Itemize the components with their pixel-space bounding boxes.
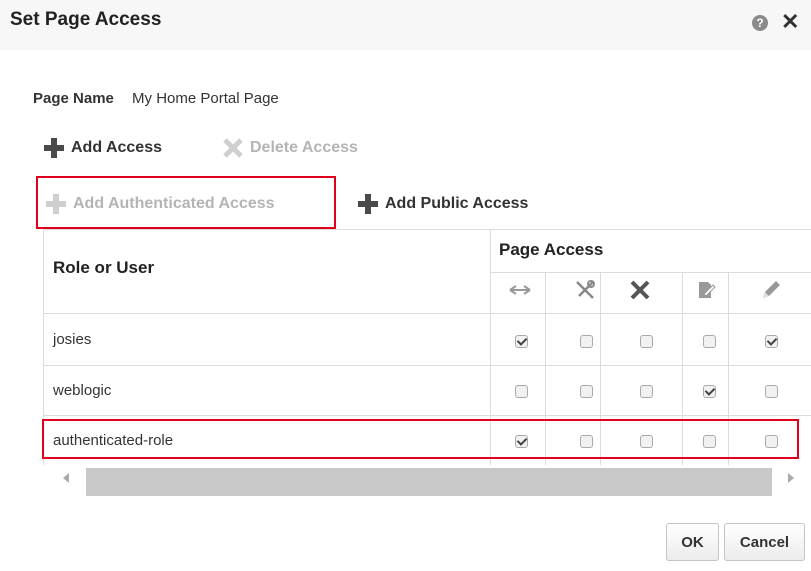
table-top-border (43, 229, 811, 230)
permission-checkbox[interactable] (640, 335, 653, 348)
row-divider (43, 365, 811, 366)
add-authenticated-access-label: Add Authenticated Access (73, 195, 275, 212)
permission-checkbox[interactable] (580, 385, 593, 398)
permission-checkbox[interactable] (765, 335, 778, 348)
table-row-label[interactable]: josies (53, 331, 91, 348)
plus-icon (358, 194, 378, 214)
add-public-access-button[interactable]: Add Public Access (357, 190, 528, 218)
permission-checkbox[interactable] (640, 385, 653, 398)
page-name-row: Page Name My Home Portal Page (33, 90, 279, 107)
page-name-label: Page Name (33, 90, 114, 107)
add-access-button[interactable]: Add Access (43, 134, 162, 162)
scroll-right-arrow[interactable] (788, 473, 794, 483)
help-icon[interactable]: ? (752, 15, 768, 31)
row-divider (43, 415, 811, 416)
role-or-user-header[interactable]: Role or User (53, 258, 154, 278)
page-access-header: Page Access (499, 240, 604, 259)
close-icon[interactable]: ✕ (781, 9, 799, 35)
edit-icon (751, 272, 791, 308)
delete-x-icon (223, 138, 243, 158)
scroll-left-arrow[interactable] (63, 473, 69, 483)
add-authenticated-access-button[interactable]: Add Authenticated Access (45, 190, 275, 218)
header-bottom-border (43, 313, 811, 314)
page-name-value: My Home Portal Page (132, 90, 279, 107)
delete-access-button[interactable]: Delete Access (222, 134, 358, 162)
permission-checkbox[interactable] (703, 335, 716, 348)
view-icon (500, 272, 540, 308)
edit-content-icon (686, 272, 726, 308)
dialog-title: Set Page Access (10, 9, 162, 30)
plus-icon (46, 194, 66, 214)
permission-checkbox[interactable] (515, 385, 528, 398)
add-public-access-label: Add Public Access (385, 195, 529, 212)
permission-checkbox[interactable] (580, 335, 593, 348)
add-access-label: Add Access (71, 139, 162, 156)
delete-icon (620, 272, 660, 308)
horizontal-scrollbar[interactable] (86, 468, 772, 496)
permission-checkbox[interactable] (765, 385, 778, 398)
table-row-label[interactable]: weblogic (53, 382, 111, 399)
permission-checkbox[interactable] (515, 335, 528, 348)
cancel-button[interactable]: Cancel (724, 523, 805, 561)
permission-checkbox[interactable] (703, 385, 716, 398)
customize-icon (565, 272, 605, 308)
ok-button[interactable]: OK (666, 523, 719, 561)
dialog-title-bar: Set Page Access ? ✕ (0, 0, 811, 50)
plus-icon (44, 138, 64, 158)
delete-access-label: Delete Access (250, 139, 358, 156)
authenticated-role-highlight (42, 419, 799, 459)
